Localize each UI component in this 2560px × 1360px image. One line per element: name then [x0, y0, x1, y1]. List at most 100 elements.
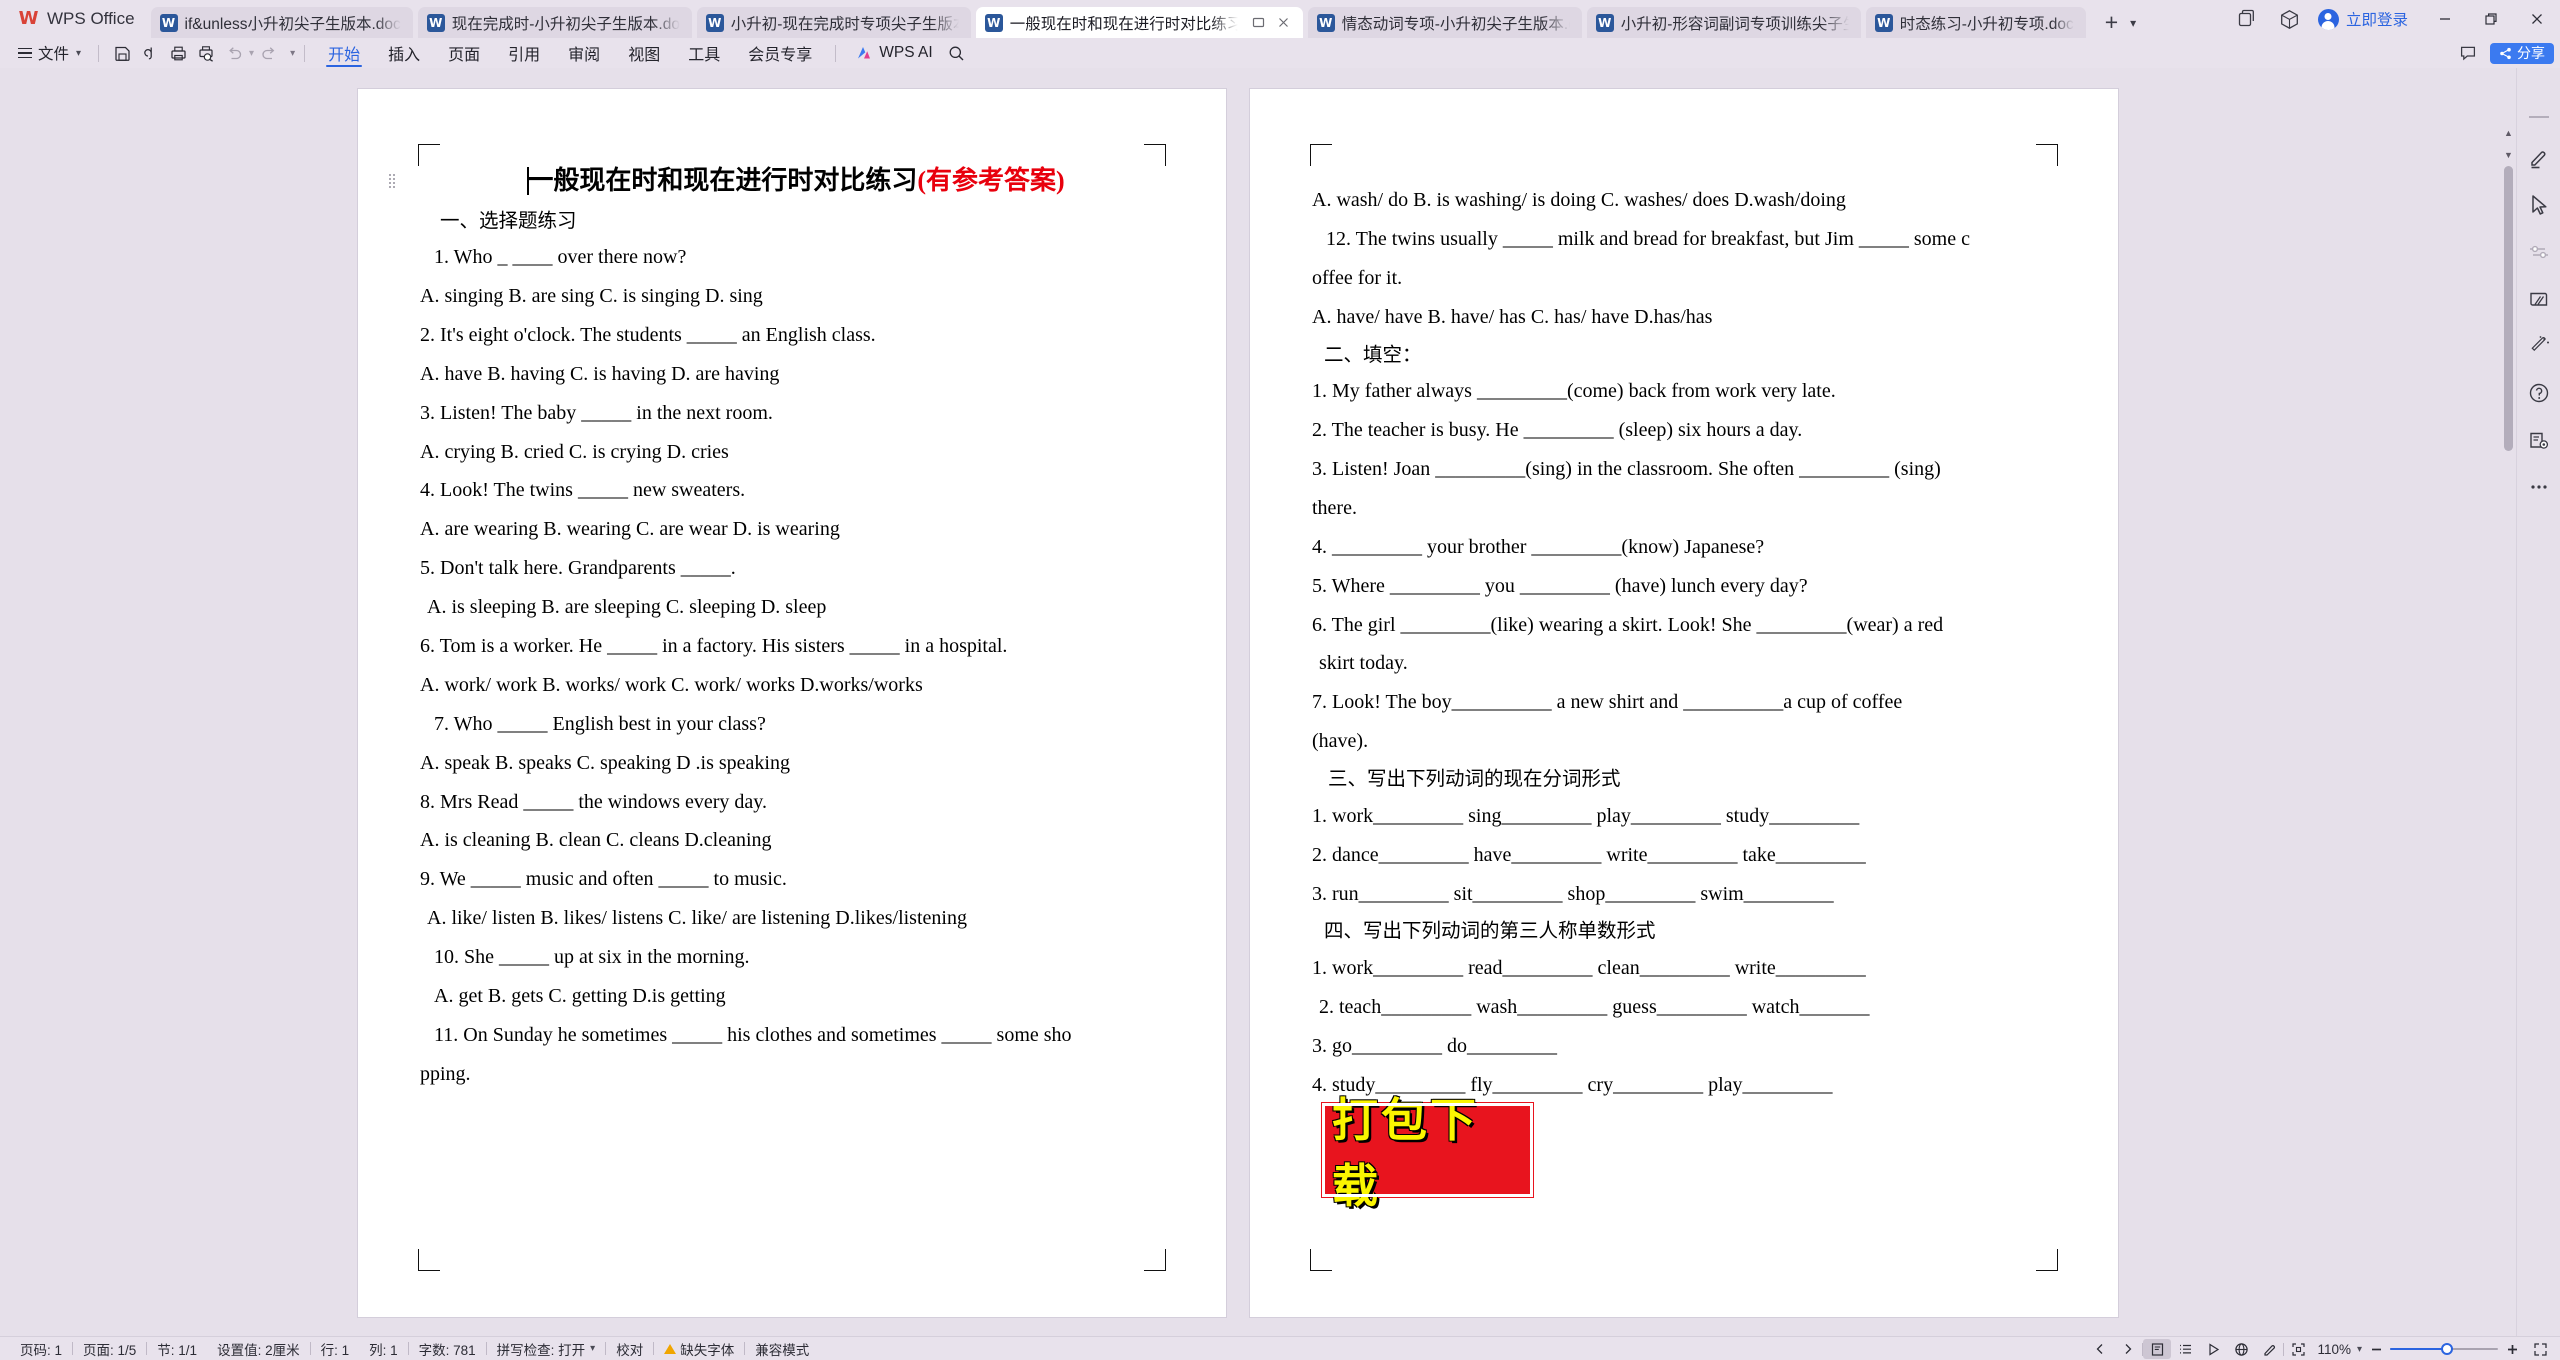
tab-close-icon[interactable]: [1276, 15, 1291, 30]
minimize-button[interactable]: [2422, 0, 2468, 38]
ribbon-tab-label: 引用: [508, 47, 541, 64]
comment-icon[interactable]: [2454, 40, 2482, 66]
more-options-icon[interactable]: [2526, 474, 2552, 500]
vertical-scrollbar[interactable]: ▲ ▼: [2502, 68, 2515, 1336]
margin-corner: [1144, 144, 1166, 166]
scroll-up-icon[interactable]: ▲: [2502, 124, 2515, 142]
hamburger-icon: [18, 47, 32, 59]
ribbon-tab-member[interactable]: 会员专享: [734, 38, 826, 68]
status-spellcheck[interactable]: 拼写检查: 打开 ▾: [487, 1339, 606, 1359]
tab-list-chevron-down-icon[interactable]: ▾: [2130, 16, 2136, 30]
quickaccess-chevron-down-icon[interactable]: ▾: [290, 48, 295, 59]
doc-line: 11. On Sunday he sometimes _____ his clo…: [434, 1023, 1072, 1046]
settings-sliders-icon[interactable]: [2526, 239, 2552, 265]
section-heading-3: 三、写出下列动词的现在分词形式: [1328, 769, 1621, 791]
document-settings-icon[interactable]: [2526, 427, 2552, 453]
status-section: 节: 1/1: [157, 1342, 198, 1358]
zoom-level-label[interactable]: 110%: [2312, 1342, 2356, 1357]
ribbon-tab-review[interactable]: 审阅: [554, 38, 614, 68]
new-tab-icon[interactable]: +: [2105, 11, 2118, 34]
page-2-body[interactable]: A. wash/ do B. is washing/ is doing C. w…: [1312, 185, 2064, 1109]
page-1-body[interactable]: 一般现在时和现在进行时对比练习(有参考答案) 一、选择题练习 1. Who _ …: [388, 165, 1172, 1098]
doc-line: 1. work_________ sing_________ play_____…: [1312, 804, 1860, 827]
margin-corner: [2036, 144, 2058, 166]
status-compatibility-mode: 兼容模式: [755, 1342, 810, 1358]
ribbon-tab-view[interactable]: 视图: [614, 38, 674, 68]
page-layout-view-icon[interactable]: [2143, 1339, 2172, 1359]
document-tab-3-active[interactable]: W 一般现在时和现在进行时对比练习-小升初专项.doc: [975, 7, 1303, 38]
ribbon-tab-insert[interactable]: 插入: [374, 38, 434, 68]
file-menu-label: 文件: [38, 46, 70, 63]
wps-ai-button[interactable]: WPS AI: [845, 44, 942, 62]
share-button[interactable]: 分享: [2490, 42, 2554, 64]
maximize-restore-button[interactable]: [2468, 0, 2514, 38]
word-doc-icon: W: [1595, 13, 1614, 32]
pen-mode-icon[interactable]: [2255, 1337, 2283, 1360]
document-tab-0[interactable]: W if&unless小升初尖子生版本.doc: [150, 7, 413, 38]
document-tab-2[interactable]: W 小升初-现在完成时专项尖子生版本.doc: [696, 7, 971, 38]
window-controls-group: 立即登录: [2224, 0, 2560, 38]
scroll-down-icon[interactable]: ▼: [2502, 146, 2515, 164]
next-page-icon[interactable]: [2114, 1337, 2142, 1360]
divider: [98, 44, 100, 62]
zoom-slider[interactable]: [2390, 1337, 2498, 1360]
outline-view-icon[interactable]: [2171, 1337, 2199, 1360]
fullscreen-icon[interactable]: [2526, 1337, 2554, 1360]
previous-page-icon[interactable]: [2086, 1337, 2114, 1360]
search-icon[interactable]: [943, 40, 971, 66]
ribbon-right-group: 分享: [2454, 38, 2554, 68]
file-menu-button[interactable]: 文件 ▾: [10, 42, 89, 64]
right-tool-sidebar: [2516, 68, 2560, 1336]
word-doc-icon: W: [159, 13, 178, 32]
multi-window-icon[interactable]: [2224, 0, 2268, 38]
document-tab-6[interactable]: W 时态练习-小升初专项.doc: [1865, 7, 2086, 38]
print-icon[interactable]: [164, 40, 192, 66]
doc-line: offee for it.: [1312, 266, 1403, 289]
tab-restore-icon[interactable]: [1251, 15, 1266, 30]
chevron-down-icon: ▾: [590, 1343, 596, 1354]
fit-page-icon[interactable]: [2284, 1337, 2312, 1360]
cloud-save-icon[interactable]: [136, 40, 164, 66]
status-proofread[interactable]: 校对: [606, 1339, 653, 1359]
title-red-text: (有参考答案): [917, 166, 1065, 195]
scrollbar-thumb[interactable]: [2504, 166, 2513, 451]
cube-icon[interactable]: [2268, 0, 2312, 38]
close-window-button[interactable]: [2514, 0, 2560, 38]
ribbon-tab-tools[interactable]: 工具: [674, 38, 734, 68]
login-button[interactable]: 立即登录: [2312, 8, 2422, 30]
word-doc-icon: W: [984, 13, 1003, 32]
ribbon-tab-page[interactable]: 页面: [434, 38, 494, 68]
document-tab-label: 小升初-现在完成时专项尖子生版本.doc: [730, 15, 959, 33]
highlighter-pen-icon[interactable]: [2526, 145, 2552, 171]
document-tab-label: 小升初-形容词副词专项训练尖子生版本.doc: [1620, 15, 1849, 33]
warning-triangle-icon: [664, 1343, 677, 1354]
ribbon-tab-references[interactable]: 引用: [494, 38, 554, 68]
word-doc-icon: W: [1316, 13, 1335, 32]
print-preview-icon[interactable]: [192, 40, 220, 66]
ribbon-tab-home[interactable]: 开始: [314, 38, 374, 68]
document-tab-4[interactable]: W 情态动词专项-小升初尖子生版本.doc: [1307, 7, 1582, 38]
document-page-1[interactable]: 一般现在时和现在进行时对比练习(有参考答案) 一、选择题练习 1. Who _ …: [358, 89, 1226, 1317]
doc-line: 7. Who _____ English best in your class?: [434, 712, 766, 735]
help-question-icon[interactable]: [2526, 380, 2552, 406]
presentation-view-icon[interactable]: [2199, 1337, 2227, 1360]
ribbon-tab-label: 工具: [688, 47, 721, 64]
undo-icon[interactable]: [220, 40, 248, 66]
download-watermark-stamp[interactable]: 打包下载: [1322, 1093, 1533, 1213]
wps-office-label: WPS Office: [47, 9, 135, 28]
save-icon[interactable]: [108, 40, 136, 66]
zoom-out-button[interactable]: [2362, 1337, 2390, 1360]
document-tab-5[interactable]: W 小升初-形容词副词专项训练尖子生版本.doc: [1586, 7, 1861, 38]
divider: [835, 44, 837, 62]
eraser-icon[interactable]: [2526, 286, 2552, 312]
wps-office-logo[interactable]: W WPS Office: [8, 0, 151, 38]
magic-wand-icon[interactable]: [2526, 333, 2552, 359]
redo-icon[interactable]: [254, 40, 282, 66]
document-tab-1[interactable]: W 现在完成时-小升初尖子生版本.doc: [417, 7, 692, 38]
zoom-slider-knob[interactable]: [2441, 1343, 2453, 1355]
web-view-icon[interactable]: [2227, 1337, 2255, 1360]
cursor-select-icon[interactable]: [2526, 192, 2552, 218]
status-missing-font[interactable]: 缺失字体: [654, 1339, 744, 1359]
zoom-in-button[interactable]: [2498, 1337, 2526, 1360]
paragraph-drag-handle-icon[interactable]: [388, 173, 397, 189]
